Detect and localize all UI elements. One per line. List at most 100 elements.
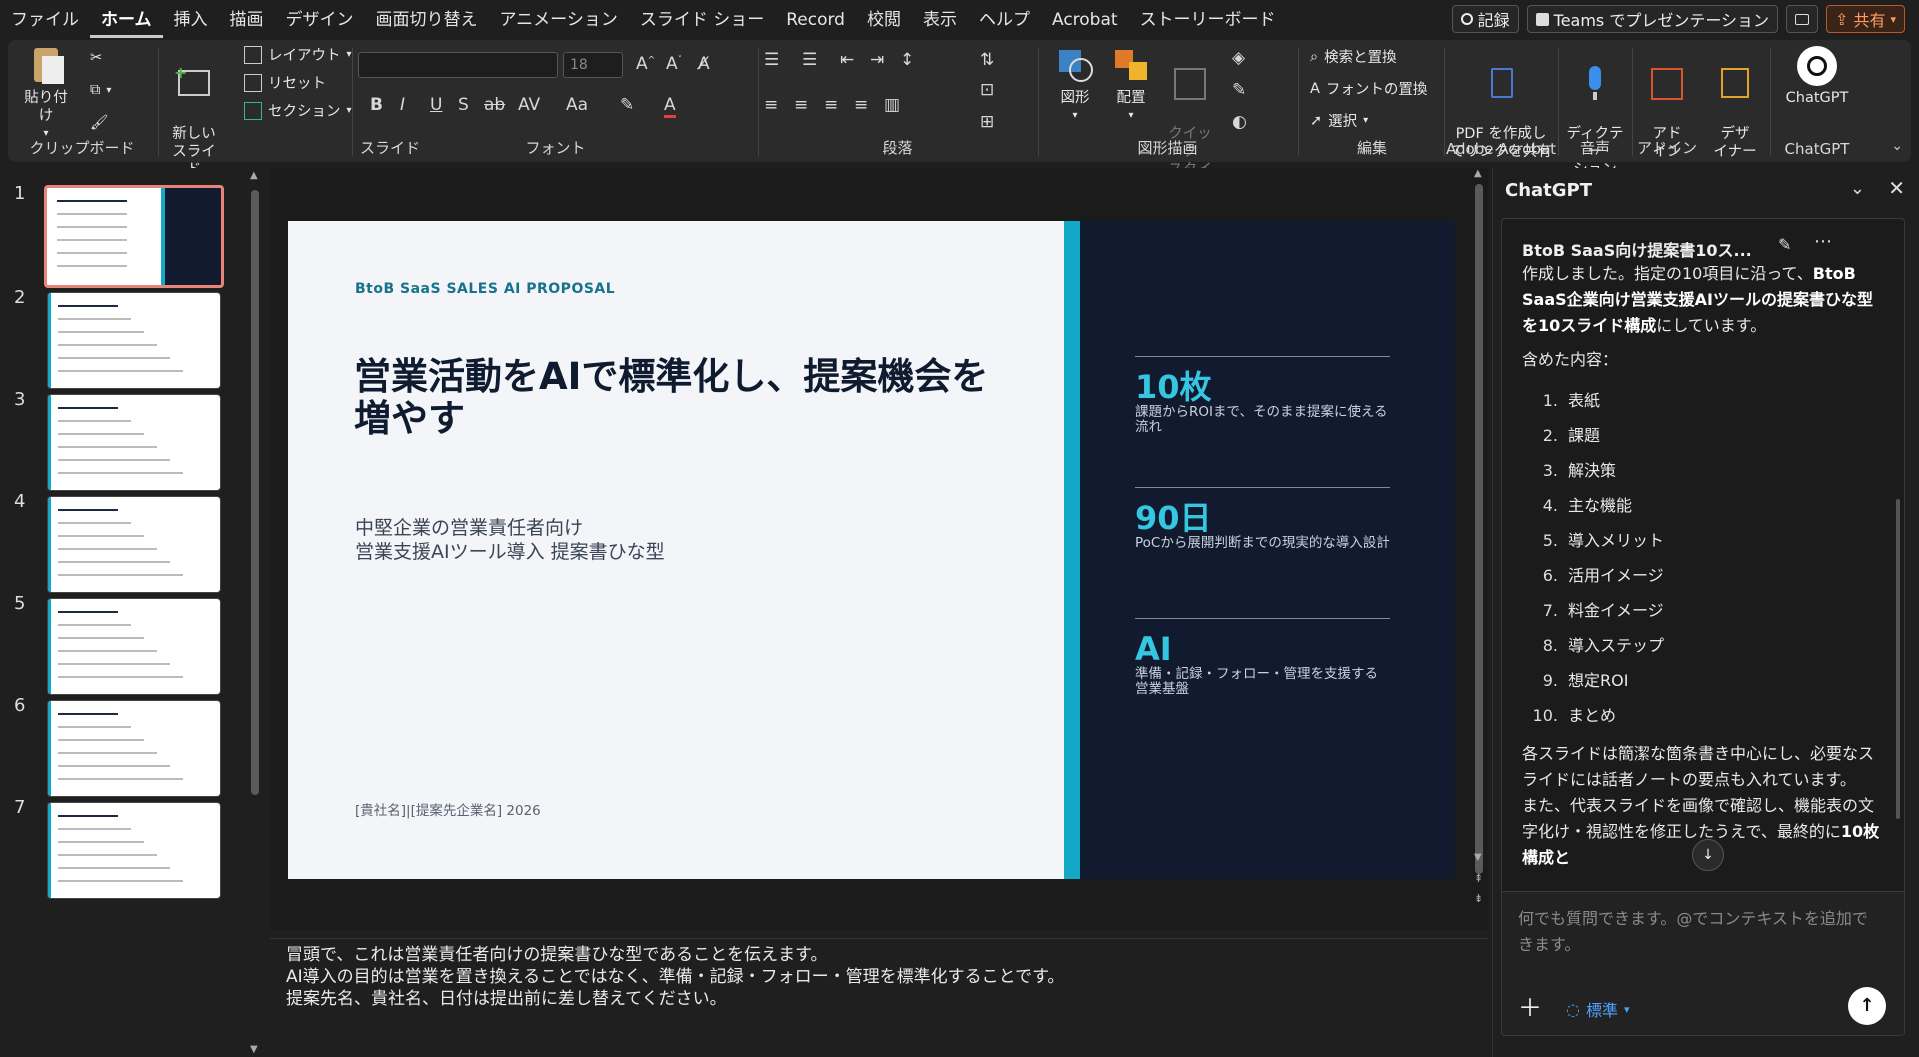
menu-tab[interactable]: ファイル xyxy=(0,0,90,38)
contents-label: 含めた内容： xyxy=(1522,350,1619,369)
bullets-icon[interactable]: ☰ xyxy=(764,50,779,70)
section-button[interactable]: セクション ▾ xyxy=(244,100,352,121)
new-slide-icon: + xyxy=(174,64,214,104)
speaker-notes[interactable]: 冒頭で、これは営業責任者向けの提案書ひな型であることを伝えます。 AI導入の目的… xyxy=(270,938,1488,1057)
clear-format-icon[interactable]: A̸ xyxy=(698,54,710,74)
thumbnail-number: 7 xyxy=(14,797,26,818)
create-pdf-button[interactable]: PDF を作成し てリンクを共有 xyxy=(1446,46,1556,179)
menu-tab[interactable]: デザイン xyxy=(275,0,365,38)
share-button[interactable]: ⇪ 共有 ▾ xyxy=(1826,5,1905,33)
addins-button[interactable]: アド イン xyxy=(1634,46,1700,179)
more-icon[interactable]: ⋯ xyxy=(1814,231,1832,252)
underline-icon[interactable]: U xyxy=(430,95,442,115)
menu-tab[interactable]: アニメーション xyxy=(489,0,629,38)
arrange-button[interactable]: 配置 ▾ xyxy=(1106,46,1156,125)
next-slide-icon[interactable]: ⇟ xyxy=(1474,892,1483,905)
scroll-down-button[interactable]: ↓ xyxy=(1692,839,1724,871)
slide-footer[interactable]: [貴社名]|[提案先企業名] 2026 xyxy=(355,799,541,819)
close-icon[interactable]: ✕ xyxy=(1888,176,1905,200)
strikethrough-icon[interactable]: ab xyxy=(484,95,505,115)
slide-subtitle[interactable]: 中堅企業の営業責任者向け 営業支援AIツール導入 提案書ひな型 xyxy=(355,516,665,564)
pane-collapse-icon[interactable]: ⌄ xyxy=(1850,178,1865,199)
select-button[interactable]: ➚ 選択 ▾ xyxy=(1310,110,1368,131)
outline-icon[interactable]: ✎ xyxy=(1232,80,1246,100)
record-button[interactable]: 記録 xyxy=(1451,5,1519,33)
reset-icon xyxy=(244,73,262,92)
shrink-font-icon[interactable]: Aˇ xyxy=(666,54,682,74)
slide-thumbnail[interactable] xyxy=(47,394,221,491)
slide-title[interactable]: 営業活動をAIで標準化し、提案機会を増やす xyxy=(354,356,994,440)
ribbon-collapse-icon[interactable]: ⌄ xyxy=(1891,138,1903,154)
menu-tab[interactable]: スライド ショー xyxy=(629,0,775,38)
increase-indent-icon[interactable]: ⇥ xyxy=(870,50,884,70)
teams-present-button[interactable]: Teams でプレゼンテーション xyxy=(1526,5,1779,33)
mode-selector[interactable]: ◌ 標準 ▾ xyxy=(1566,997,1630,1021)
slide-eyebrow[interactable]: BtoB SaaS SALES AI PROPOSAL xyxy=(355,281,615,297)
menu-tab[interactable]: Acrobat xyxy=(1041,0,1129,38)
text-direction-icon[interactable]: ⇅ xyxy=(980,50,994,70)
menu-tab[interactable]: ストーリーボード xyxy=(1129,0,1287,38)
change-case-icon[interactable]: Aa xyxy=(566,95,588,115)
justify-icon[interactable]: ≡ xyxy=(854,95,868,115)
comments-button[interactable] xyxy=(1786,5,1819,33)
reset-button[interactable]: リセット xyxy=(244,72,326,93)
numbering-icon[interactable]: ☰ xyxy=(802,50,817,70)
shadow-icon[interactable]: S xyxy=(458,95,469,115)
format-painter-button[interactable]: 🖌 xyxy=(90,114,108,131)
columns-icon[interactable]: ▥ xyxy=(884,95,900,115)
align-right-icon[interactable]: ≡ xyxy=(824,95,838,115)
menu-tab[interactable]: 画面切り替え xyxy=(365,0,489,38)
chatgpt-button[interactable]: ChatGPT xyxy=(1772,46,1862,107)
layout-button[interactable]: レイアウト ▾ xyxy=(244,44,352,65)
slide-thumbnail[interactable] xyxy=(44,185,224,288)
cut-button[interactable]: ✂ xyxy=(90,50,102,66)
designer-button[interactable]: デザ イナー xyxy=(1702,46,1768,179)
slide-thumbnail[interactable] xyxy=(47,700,221,797)
shapes-button[interactable]: 図形 ▾ xyxy=(1050,46,1100,125)
menu-tab[interactable]: 校閲 xyxy=(856,0,912,38)
align-center-icon[interactable]: ≡ xyxy=(794,95,808,115)
font-name-box[interactable] xyxy=(358,52,558,78)
smartart-icon[interactable]: ⊞ xyxy=(980,112,994,132)
fill-icon[interactable]: ◈ xyxy=(1232,48,1245,68)
menu-tab[interactable]: 表示 xyxy=(912,0,968,38)
send-button[interactable]: ↑ xyxy=(1848,987,1886,1025)
menu-tab[interactable]: 描画 xyxy=(219,0,275,38)
italic-icon[interactable]: I xyxy=(400,95,405,115)
font-size-box[interactable]: 18 xyxy=(563,52,623,78)
slide-thumbnail[interactable] xyxy=(47,802,221,899)
menu-tab[interactable]: Record xyxy=(775,0,856,38)
stat-block[interactable]: 90日 PoCから展開判断までの現実的な導入設計 xyxy=(1135,487,1390,551)
chat-scrollbar[interactable] xyxy=(1896,499,1900,819)
align-left-icon[interactable]: ≡ xyxy=(764,95,778,115)
thumbnail-scrollbar[interactable]: ▲ ▼ xyxy=(250,170,260,1055)
slide-thumbnail[interactable] xyxy=(47,496,221,593)
prev-slide-icon[interactable]: ⇞ xyxy=(1474,872,1483,885)
replace-font-button[interactable]: A フォントの置換 xyxy=(1310,78,1427,99)
slide-1[interactable]: BtoB SaaS SALES AI PROPOSAL 営業活動をAIで標準化し… xyxy=(288,221,1455,879)
stat-block[interactable]: AI 準備・記録・フォロー・管理を支援する営業基盤 xyxy=(1135,618,1390,697)
edit-icon[interactable]: ✎ xyxy=(1778,235,1791,254)
slide-thumbnail[interactable] xyxy=(47,598,221,695)
bold-icon[interactable]: B xyxy=(370,95,383,115)
stat-block[interactable]: 10枚 課題からROIまで、そのまま提案に使える流れ xyxy=(1135,356,1390,435)
add-icon[interactable]: ＋ xyxy=(1518,988,1542,1023)
slide-thumbnail[interactable] xyxy=(47,292,221,389)
effects-icon[interactable]: ◐ xyxy=(1232,112,1247,132)
menu-tab[interactable]: ホーム xyxy=(90,0,163,38)
highlight-icon[interactable]: ✎ xyxy=(620,95,634,115)
copy-button[interactable]: ⧉ ▾ xyxy=(90,82,111,98)
grow-font-icon[interactable]: A^ xyxy=(636,54,655,74)
align-text-icon[interactable]: ⊡ xyxy=(980,80,994,100)
find-replace-button[interactable]: ⌕ 検索と置換 xyxy=(1310,46,1397,67)
decrease-indent-icon[interactable]: ⇤ xyxy=(840,50,854,70)
clipboard-group: 貼り付け ▾ ✂ ⧉ ▾ 🖌 クリップボード xyxy=(8,40,156,162)
font-color-icon[interactable]: A xyxy=(664,95,676,118)
char-spacing-icon[interactable]: AV xyxy=(518,95,540,115)
line-spacing-icon[interactable]: ↕ xyxy=(900,50,914,70)
paste-button[interactable]: 貼り付け ▾ xyxy=(20,46,72,143)
chat-input[interactable]: 何でも質問できます。@でコンテキストを追加できます。 ＋ ◌ 標準 ▾ ↑ xyxy=(1502,891,1904,1035)
slide-scrollbar[interactable]: ▲ ▼ ⇞ ⇟ xyxy=(1470,168,1488,933)
menu-tab[interactable]: ヘルプ xyxy=(968,0,1041,38)
menu-tab[interactable]: 挿入 xyxy=(163,0,219,38)
